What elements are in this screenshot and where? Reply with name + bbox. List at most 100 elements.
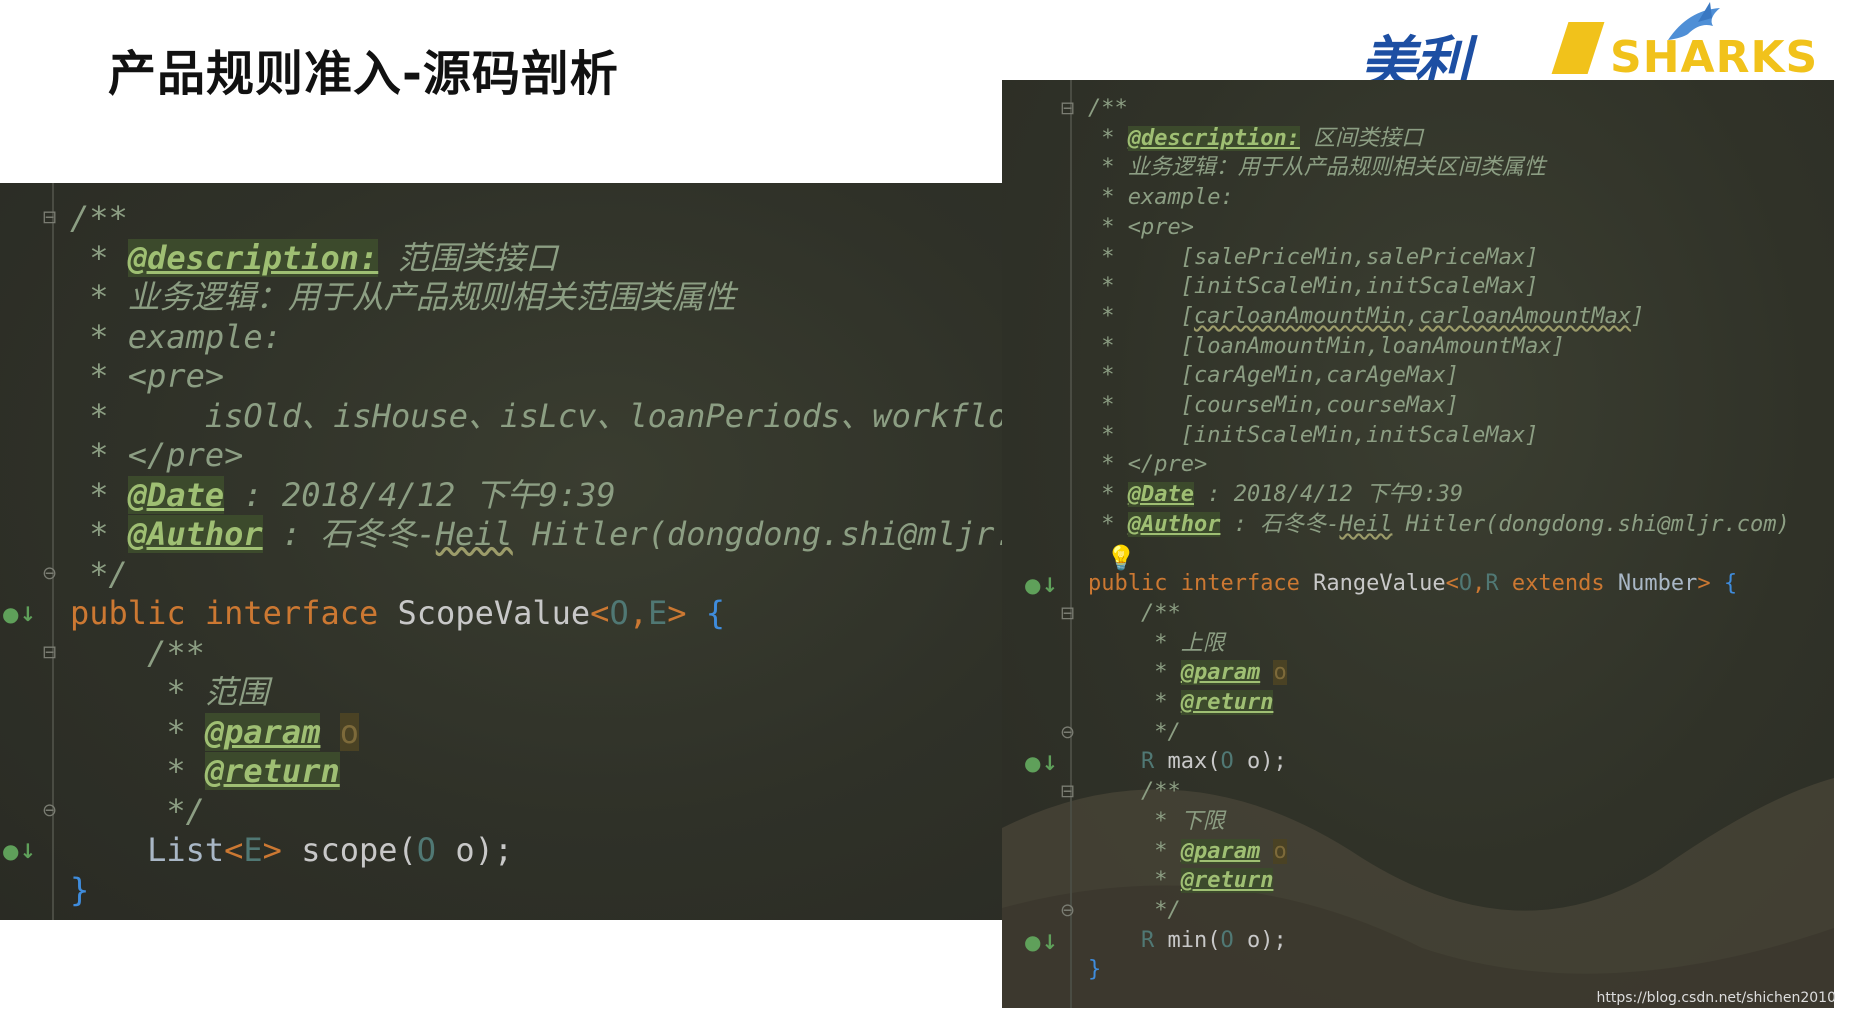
code-token: }: [70, 870, 90, 909]
code-line: /**: [70, 199, 128, 239]
code-token: o);: [436, 831, 514, 869]
code-token: Number: [1617, 571, 1698, 597]
code-token: @return: [204, 752, 340, 790]
code-token: *: [1088, 690, 1181, 715]
code-token: o: [1273, 838, 1287, 864]
code-line: */: [70, 792, 205, 832]
code-token: *: [1088, 125, 1128, 151]
code-line: */: [70, 555, 128, 595]
code-token: O: [1220, 927, 1234, 953]
code-token: /**: [70, 199, 128, 237]
fold-close-icon[interactable]: ⊖: [42, 800, 57, 821]
shark-logo-icon: [1668, 2, 1720, 40]
code-token: * [carAgeMin,carAgeMax]: [1088, 363, 1459, 389]
fold-open-icon[interactable]: ⊟: [1060, 781, 1075, 802]
code-token: >: [1697, 571, 1711, 597]
code-line: * @param o: [1088, 837, 1287, 867]
code-token: ,: [628, 594, 648, 632]
code-line: * example:: [1088, 183, 1233, 213]
code-token: /**: [1088, 600, 1181, 626]
code-token: List: [70, 831, 225, 869]
code-token: /**: [70, 633, 205, 672]
code-line: * @param o: [1088, 658, 1287, 688]
code-token: /**: [1088, 779, 1181, 805]
code-token: *: [70, 752, 205, 790]
code-token: */: [1088, 719, 1181, 745]
code-line: * 业务逻辑：用于从产品规则相关区间类属性: [1088, 153, 1546, 183]
code-token: carloanAmountMax: [1419, 303, 1632, 329]
code-line: * </pre>: [1088, 450, 1207, 480]
fold-close-icon[interactable]: ⊖: [1060, 900, 1075, 921]
code-line: * isOld、isHouse、isLcv、loanPeriods、workfl…: [70, 397, 1002, 437]
code-token: >: [667, 594, 687, 632]
code-line: * 上限: [1088, 629, 1225, 659]
code-token: */: [1088, 897, 1181, 923]
code-token: @Author: [1127, 511, 1221, 537]
watermark-url: https://blog.csdn.net/shichen2010: [1596, 990, 1837, 1006]
code-token: * isOld、isHouse、isLcv、loanPeriods、workfl…: [70, 396, 1002, 435]
code-line: public interface ScopeValue<O,E> {: [70, 594, 725, 634]
code-token: *: [70, 238, 128, 277]
fold-open-icon[interactable]: ⊟: [1060, 98, 1075, 119]
code-line: * @Author : 石冬冬-Heil Hitler(dongdong.shi…: [70, 515, 1002, 555]
right-code-editor[interactable]: /** * @description: 区间类接口 * 业务逻辑：用于从产品规则…: [1002, 80, 1834, 1008]
code-line: /**: [1088, 94, 1128, 124]
code-token: <: [590, 594, 610, 632]
code-line: List<E> scope(O o);: [70, 831, 513, 871]
left-code-editor[interactable]: /** * @description: 范围类接口 * 业务逻辑：用于从产品规则…: [0, 183, 1002, 920]
code-token: Heil: [435, 515, 513, 553]
code-line: [1088, 540, 1101, 570]
code-token: public: [70, 594, 205, 632]
code-token: /**: [1088, 96, 1128, 121]
fold-open-icon[interactable]: ⊟: [42, 642, 57, 663]
code-line: * example:: [70, 318, 282, 358]
fold-close-icon[interactable]: ⊖: [1060, 722, 1075, 743]
code-token: 区间类接口: [1299, 125, 1424, 151]
fold-close-icon[interactable]: ⊖: [42, 563, 57, 584]
code-line: * 下限: [1088, 807, 1225, 837]
code-line: * @return: [1088, 688, 1274, 718]
code-token: public: [1088, 571, 1181, 597]
implemented-marker-icon[interactable]: ●↓: [1024, 751, 1058, 775]
fold-open-icon[interactable]: ⊟: [1060, 603, 1075, 624]
code-token: * [loanAmountMin,loanAmountMax]: [1088, 333, 1565, 359]
code-token: *: [1088, 868, 1181, 894]
code-token: Hitler(dongdong.shi@mljr.co: [512, 515, 1002, 553]
code-token: * 下限: [1088, 808, 1225, 834]
code-token: : 石冬冬-: [262, 515, 436, 553]
code-token: * <pre>: [1088, 214, 1194, 240]
code-token: O: [416, 831, 437, 869]
implemented-marker-icon[interactable]: ●↓: [2, 602, 36, 626]
code-line: * </pre>: [70, 436, 243, 476]
code-token: * <pre>: [70, 357, 225, 395]
code-token: interface: [1180, 571, 1314, 597]
code-line: * [carloanAmountMin,carloanAmountMax]: [1088, 302, 1644, 332]
code-token: @param: [1180, 838, 1261, 864]
fold-open-icon[interactable]: ⊟: [42, 207, 57, 228]
code-token: O: [609, 594, 629, 632]
code-token: interface: [204, 594, 398, 632]
code-token: *: [1088, 482, 1128, 508]
code-line: * @Author : 石冬冬-Heil Hitler(dongdong.shi…: [1088, 510, 1790, 540]
code-token: O: [1458, 571, 1473, 597]
code-token: * [initScaleMin,initScaleMax]: [1088, 422, 1539, 448]
code-line: * @return: [70, 752, 340, 792]
code-token: @Date: [127, 475, 225, 514]
code-token: E: [647, 594, 668, 632]
code-line: * 业务逻辑：用于从产品规则相关范围类属性: [70, 278, 736, 318]
implemented-marker-icon[interactable]: ●↓: [1024, 930, 1058, 954]
code-line: */: [1088, 896, 1181, 926]
slide-title: 产品规则准入-源码剖析: [108, 46, 619, 102]
code-token: O: [1220, 749, 1234, 775]
code-token: @param: [1180, 660, 1261, 686]
code-token: {: [686, 594, 726, 632]
code-line: * [courseMin,courseMax]: [1088, 391, 1459, 421]
code-token: */: [70, 791, 205, 830]
code-token: ,: [1472, 571, 1486, 597]
code-token: ,: [1405, 303, 1420, 329]
lightbulb-icon[interactable]: 💡: [1106, 544, 1136, 572]
implemented-marker-icon[interactable]: ●↓: [2, 839, 36, 863]
implemented-marker-icon[interactable]: ●↓: [1024, 573, 1058, 597]
